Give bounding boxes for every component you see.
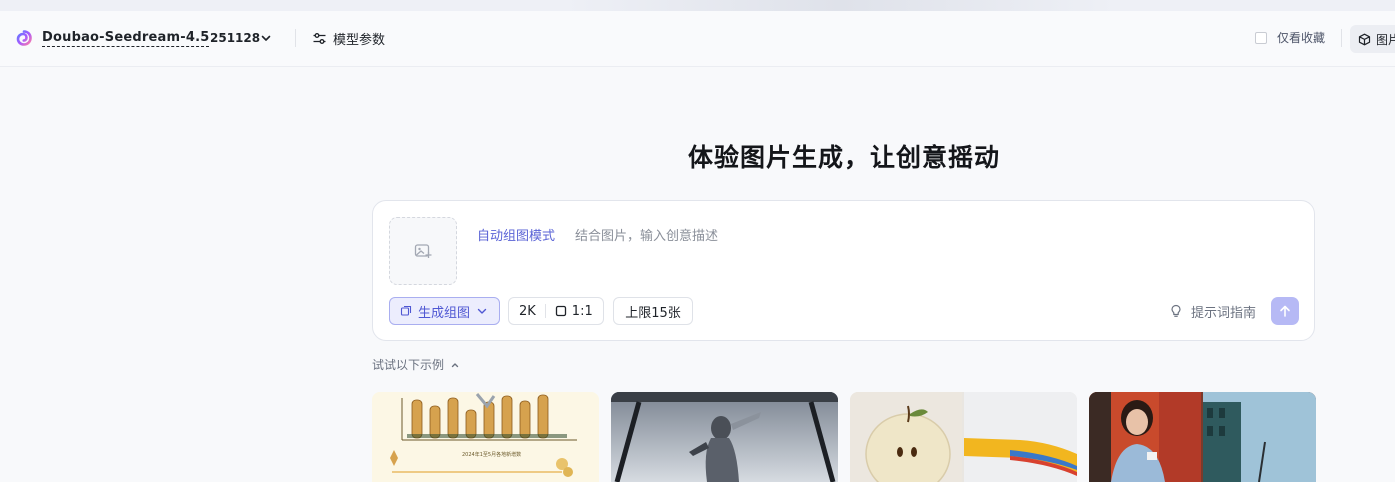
lightbulb-icon xyxy=(1171,304,1181,317)
image-generation-tab-label: 图片 xyxy=(1376,32,1395,47)
prompt-guide-link[interactable]: 提示词指南 xyxy=(1169,301,1256,321)
portrait-street-image xyxy=(1089,392,1316,482)
prompt-guide-label: 提示词指南 xyxy=(1191,305,1257,321)
bar-chart-infographic-image: 2024年1至5月各地新增数 xyxy=(372,392,599,482)
favorites-checkbox[interactable] xyxy=(1255,32,1267,44)
auto-group-mode-link[interactable]: 自动组图模式 xyxy=(477,228,555,246)
top-strip xyxy=(0,0,1395,11)
image-stack-icon xyxy=(400,305,412,316)
example-thumbnail-robot[interactable] xyxy=(611,392,838,482)
generate-group-button[interactable]: 生成组图 xyxy=(389,297,500,325)
header-divider-right xyxy=(1341,29,1342,47)
apple-collage-image xyxy=(850,392,1077,482)
generate-group-label: 生成组图 xyxy=(418,305,471,321)
ratio-value: 1:1 xyxy=(571,303,593,319)
chart-thumbnail-caption: 2024年1至5月各地新增数 xyxy=(462,451,521,458)
chevron-up-icon xyxy=(451,363,459,368)
model-name[interactable]: Doubao-Seedream-4.5 xyxy=(42,30,210,47)
square-ratio-icon xyxy=(555,305,566,317)
chip-divider xyxy=(544,304,546,318)
robot-figure-image xyxy=(611,392,838,482)
image-generation-tab[interactable]: 图片 xyxy=(1350,25,1395,53)
cube-icon xyxy=(1358,33,1371,45)
image-limit-selector[interactable]: 上限15张 xyxy=(613,297,693,325)
top-glow xyxy=(560,0,1120,11)
header-divider xyxy=(295,29,296,47)
prompt-input[interactable]: 结合图片，输入创意描述 xyxy=(575,228,718,246)
image-upload-button[interactable] xyxy=(389,217,457,285)
model-params-label: 模型参数 xyxy=(333,32,386,48)
sliders-icon xyxy=(313,32,326,44)
chevron-down-icon[interactable] xyxy=(260,32,272,44)
examples-label: 试试以下示例 xyxy=(372,358,445,372)
arrow-up-icon xyxy=(1280,305,1290,317)
examples-toggle[interactable]: 试试以下示例 xyxy=(372,356,460,374)
example-thumbnail-chart[interactable]: 2024年1至5月各地新增数 xyxy=(372,392,599,482)
chevron-down-icon xyxy=(477,308,487,314)
model-params-button[interactable]: 模型参数 xyxy=(312,28,385,48)
resolution-ratio-selector[interactable]: 2K 1:1 xyxy=(508,297,604,325)
add-image-icon xyxy=(414,244,432,258)
example-thumbnail-portrait[interactable] xyxy=(1089,392,1316,482)
doubao-logo-icon xyxy=(16,30,32,46)
page-headline: 体验图片生成，让创意摇动 xyxy=(687,143,1000,172)
model-version[interactable]: 251128 xyxy=(210,30,260,46)
send-button[interactable] xyxy=(1271,297,1299,325)
example-thumbnail-apple[interactable] xyxy=(850,392,1077,482)
resolution-value: 2K xyxy=(519,303,536,319)
prompt-card: 自动组图模式 结合图片，输入创意描述 生成组图 2K 1:1 上限15张 提示词… xyxy=(372,200,1315,341)
image-limit-label: 上限15张 xyxy=(625,305,681,321)
header-bar: Doubao-Seedream-4.5 251128 模型参数 仅看收藏 图片 xyxy=(0,11,1395,67)
favorites-label[interactable]: 仅看收藏 xyxy=(1277,30,1325,46)
